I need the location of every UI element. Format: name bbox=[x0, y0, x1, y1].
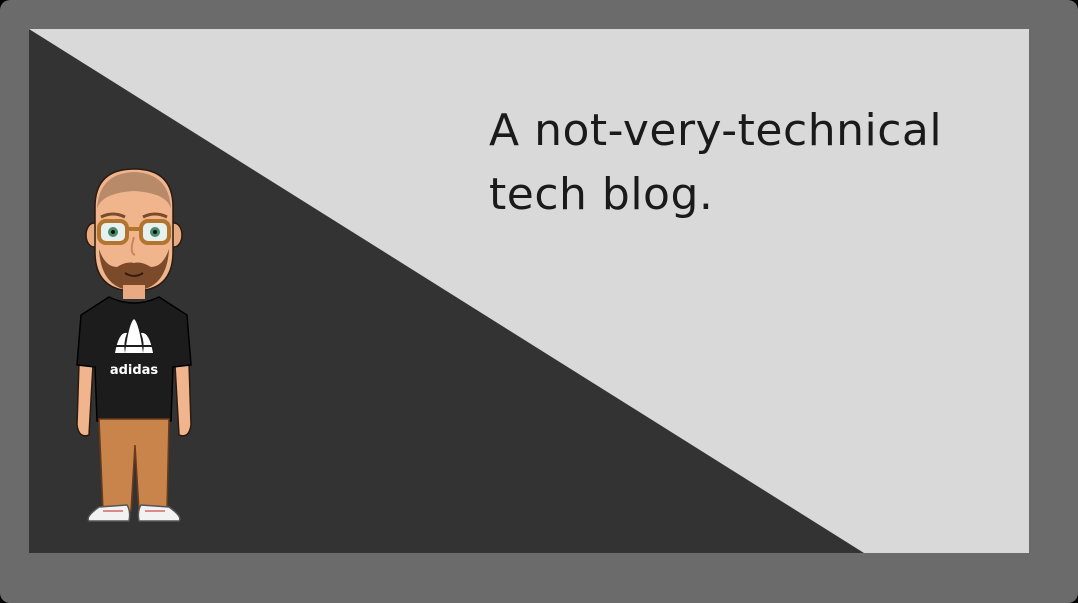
tagline-line-2: tech blog. bbox=[489, 169, 714, 220]
tagline: A not-very-technical tech blog. bbox=[489, 99, 1009, 227]
tagline-line-1: A not-very-technical bbox=[489, 105, 943, 156]
shirt-brand-label: adidas bbox=[110, 363, 159, 378]
banner-card: A not-very-technical tech blog. adidas bbox=[29, 29, 1029, 553]
avatar-illustration: adidas bbox=[76, 168, 192, 522]
